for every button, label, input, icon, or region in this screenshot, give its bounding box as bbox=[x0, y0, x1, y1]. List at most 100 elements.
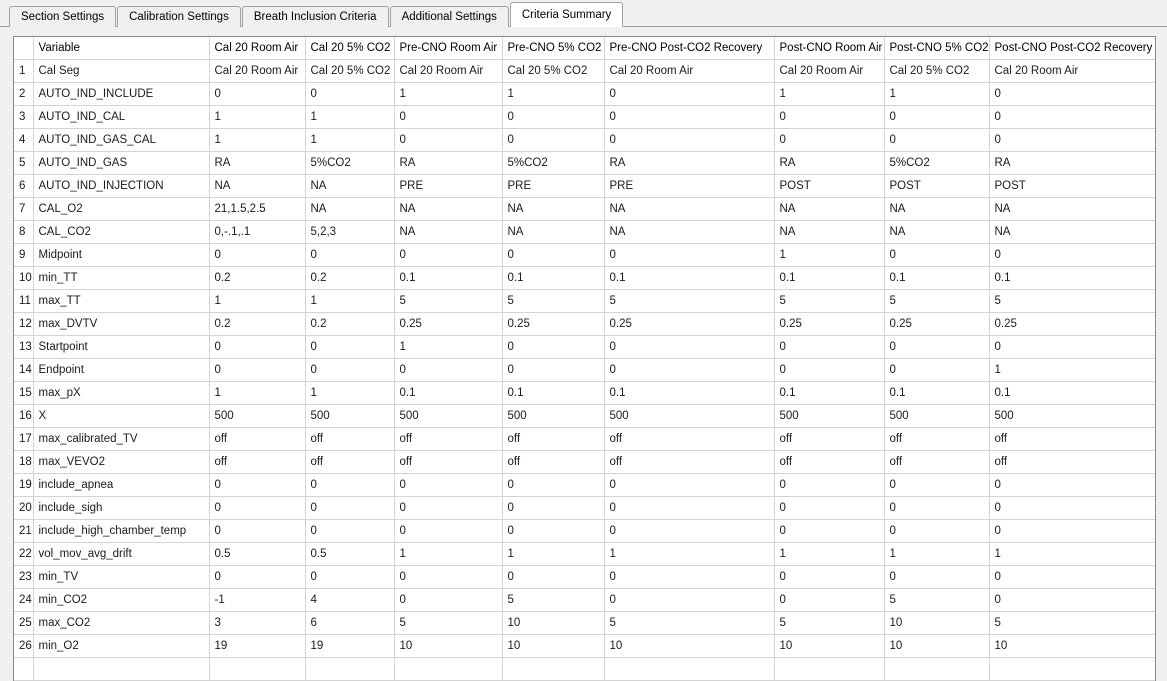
table-row[interactable]: 10 min_TT 0.2 0.2 0.1 0.1 0.1 0.1 0.1 0.1 bbox=[14, 266, 1155, 290]
row-number[interactable]: 11 bbox=[14, 289, 34, 313]
data-cell[interactable]: RA bbox=[209, 151, 306, 175]
data-cell[interactable]: 5%CO2 bbox=[502, 151, 605, 175]
data-cell[interactable]: off bbox=[209, 450, 306, 474]
data-cell[interactable]: 1 bbox=[394, 82, 503, 106]
data-cell[interactable]: 0 bbox=[394, 358, 503, 382]
data-cell[interactable]: 0.1 bbox=[884, 381, 990, 405]
row-number[interactable]: 4 bbox=[14, 128, 34, 152]
data-cell[interactable]: 0 bbox=[209, 243, 306, 267]
data-cell[interactable]: 4 bbox=[305, 588, 395, 612]
data-cell[interactable]: 0 bbox=[884, 335, 990, 359]
data-cell[interactable]: 0 bbox=[774, 128, 885, 152]
variable-name-cell[interactable]: max_CO2 bbox=[33, 611, 210, 635]
tab-section-settings[interactable]: Section Settings bbox=[9, 6, 117, 27]
data-cell[interactable]: 0.2 bbox=[305, 266, 395, 290]
data-cell[interactable]: 0 bbox=[305, 473, 395, 497]
variable-name-cell[interactable]: Endpoint bbox=[33, 358, 210, 382]
data-cell[interactable]: 0 bbox=[774, 105, 885, 129]
row-number[interactable]: 2 bbox=[14, 82, 34, 106]
data-cell[interactable]: 5 bbox=[774, 289, 885, 313]
data-cell[interactable]: 0 bbox=[502, 358, 605, 382]
data-cell[interactable]: 0 bbox=[774, 473, 885, 497]
variable-name-cell[interactable]: AUTO_IND_GAS_CAL bbox=[33, 128, 210, 152]
data-cell[interactable]: NA bbox=[394, 220, 503, 244]
column-header-1[interactable]: Cal 20 5% CO2 bbox=[305, 37, 395, 60]
data-cell[interactable]: 0 bbox=[884, 565, 990, 589]
data-cell[interactable]: 1 bbox=[774, 243, 885, 267]
data-cell[interactable]: 0 bbox=[394, 496, 503, 520]
data-cell[interactable]: 0.1 bbox=[604, 381, 775, 405]
data-cell[interactable]: 1 bbox=[502, 542, 605, 566]
data-cell[interactable]: off bbox=[989, 427, 1155, 451]
data-cell[interactable]: 0 bbox=[989, 105, 1155, 129]
data-cell[interactable]: 0 bbox=[209, 519, 306, 543]
data-cell[interactable]: 0 bbox=[209, 335, 306, 359]
data-cell[interactable]: PRE bbox=[604, 174, 775, 198]
variable-name-cell[interactable]: AUTO_IND_CAL bbox=[33, 105, 210, 129]
data-cell[interactable]: NA bbox=[305, 197, 395, 221]
data-cell[interactable]: 0.2 bbox=[305, 312, 395, 336]
row-number[interactable]: 9 bbox=[14, 243, 34, 267]
data-cell[interactable]: Cal 20 5% CO2 bbox=[884, 59, 990, 83]
table-row[interactable]: 16 X 500 500 500 500 500 500 500 500 bbox=[14, 404, 1155, 428]
data-cell[interactable]: 3 bbox=[209, 611, 306, 635]
data-cell[interactable]: RA bbox=[774, 151, 885, 175]
table-row[interactable]: 7 CAL_O2 21,1.5,2.5 NA NA NA NA NA NA NA bbox=[14, 197, 1155, 221]
data-cell[interactable]: RA bbox=[989, 151, 1155, 175]
data-cell[interactable]: 1 bbox=[209, 128, 306, 152]
data-cell[interactable] bbox=[502, 657, 605, 681]
data-cell[interactable]: 0 bbox=[502, 128, 605, 152]
data-cell[interactable]: PRE bbox=[502, 174, 605, 198]
row-number[interactable]: 17 bbox=[14, 427, 34, 451]
data-cell[interactable]: off bbox=[394, 450, 503, 474]
data-cell[interactable]: 1 bbox=[989, 542, 1155, 566]
table-row[interactable]: 6 AUTO_IND_INJECTION NA NA PRE PRE PRE POST POST… bbox=[14, 174, 1155, 198]
data-cell[interactable]: 0 bbox=[604, 565, 775, 589]
data-cell[interactable]: 0 bbox=[502, 243, 605, 267]
data-cell[interactable]: off bbox=[884, 450, 990, 474]
data-cell[interactable]: 0 bbox=[989, 565, 1155, 589]
row-number[interactable]: 26 bbox=[14, 634, 34, 658]
table-row[interactable]: 17 max_calibrated_TV off off off off off off off… bbox=[14, 427, 1155, 451]
variable-name-cell[interactable]: AUTO_IND_GAS bbox=[33, 151, 210, 175]
row-number[interactable]: 16 bbox=[14, 404, 34, 428]
table-row[interactable]: 20 include_sigh 0 0 0 0 0 0 0 0 bbox=[14, 496, 1155, 520]
data-cell[interactable]: 0 bbox=[604, 82, 775, 106]
data-cell[interactable]: NA bbox=[502, 220, 605, 244]
variable-name-cell[interactable]: Startpoint bbox=[33, 335, 210, 359]
data-cell[interactable]: 0 bbox=[502, 496, 605, 520]
data-cell[interactable]: -1 bbox=[209, 588, 306, 612]
data-cell[interactable]: 0 bbox=[305, 358, 395, 382]
data-cell[interactable]: 0 bbox=[394, 588, 503, 612]
data-cell[interactable]: 5 bbox=[502, 588, 605, 612]
data-cell[interactable]: Cal 20 Room Air bbox=[604, 59, 775, 83]
data-cell[interactable]: 0.1 bbox=[394, 381, 503, 405]
data-cell[interactable]: 0.1 bbox=[884, 266, 990, 290]
data-cell[interactable]: 0 bbox=[305, 565, 395, 589]
variable-name-cell[interactable]: CAL_O2 bbox=[33, 197, 210, 221]
data-cell[interactable]: 0.2 bbox=[209, 312, 306, 336]
data-cell[interactable]: 0.5 bbox=[209, 542, 306, 566]
data-cell[interactable]: 0 bbox=[884, 105, 990, 129]
tab-criteria-summary[interactable]: Criteria Summary bbox=[509, 2, 624, 27]
row-number[interactable]: 1 bbox=[14, 59, 34, 83]
data-cell[interactable]: 5 bbox=[989, 611, 1155, 635]
data-cell[interactable]: 0 bbox=[305, 335, 395, 359]
data-cell[interactable]: off bbox=[604, 427, 775, 451]
data-cell[interactable]: off bbox=[305, 427, 395, 451]
table-row[interactable]: 18 max_VEVO2 off off off off off off off off bbox=[14, 450, 1155, 474]
data-cell[interactable]: 500 bbox=[209, 404, 306, 428]
data-cell[interactable]: 1 bbox=[989, 358, 1155, 382]
data-cell[interactable]: off bbox=[774, 450, 885, 474]
data-cell[interactable]: NA bbox=[604, 220, 775, 244]
data-cell[interactable]: 0 bbox=[604, 335, 775, 359]
data-cell[interactable]: 1 bbox=[604, 542, 775, 566]
data-cell[interactable]: 0.1 bbox=[774, 381, 885, 405]
data-cell[interactable]: 5 bbox=[502, 289, 605, 313]
variable-name-cell[interactable]: max_TT bbox=[33, 289, 210, 313]
data-cell[interactable]: NA bbox=[774, 197, 885, 221]
data-cell[interactable]: 1 bbox=[305, 289, 395, 313]
data-cell[interactable]: 0 bbox=[774, 519, 885, 543]
data-cell[interactable]: 0 bbox=[604, 496, 775, 520]
data-cell[interactable]: 1 bbox=[774, 82, 885, 106]
